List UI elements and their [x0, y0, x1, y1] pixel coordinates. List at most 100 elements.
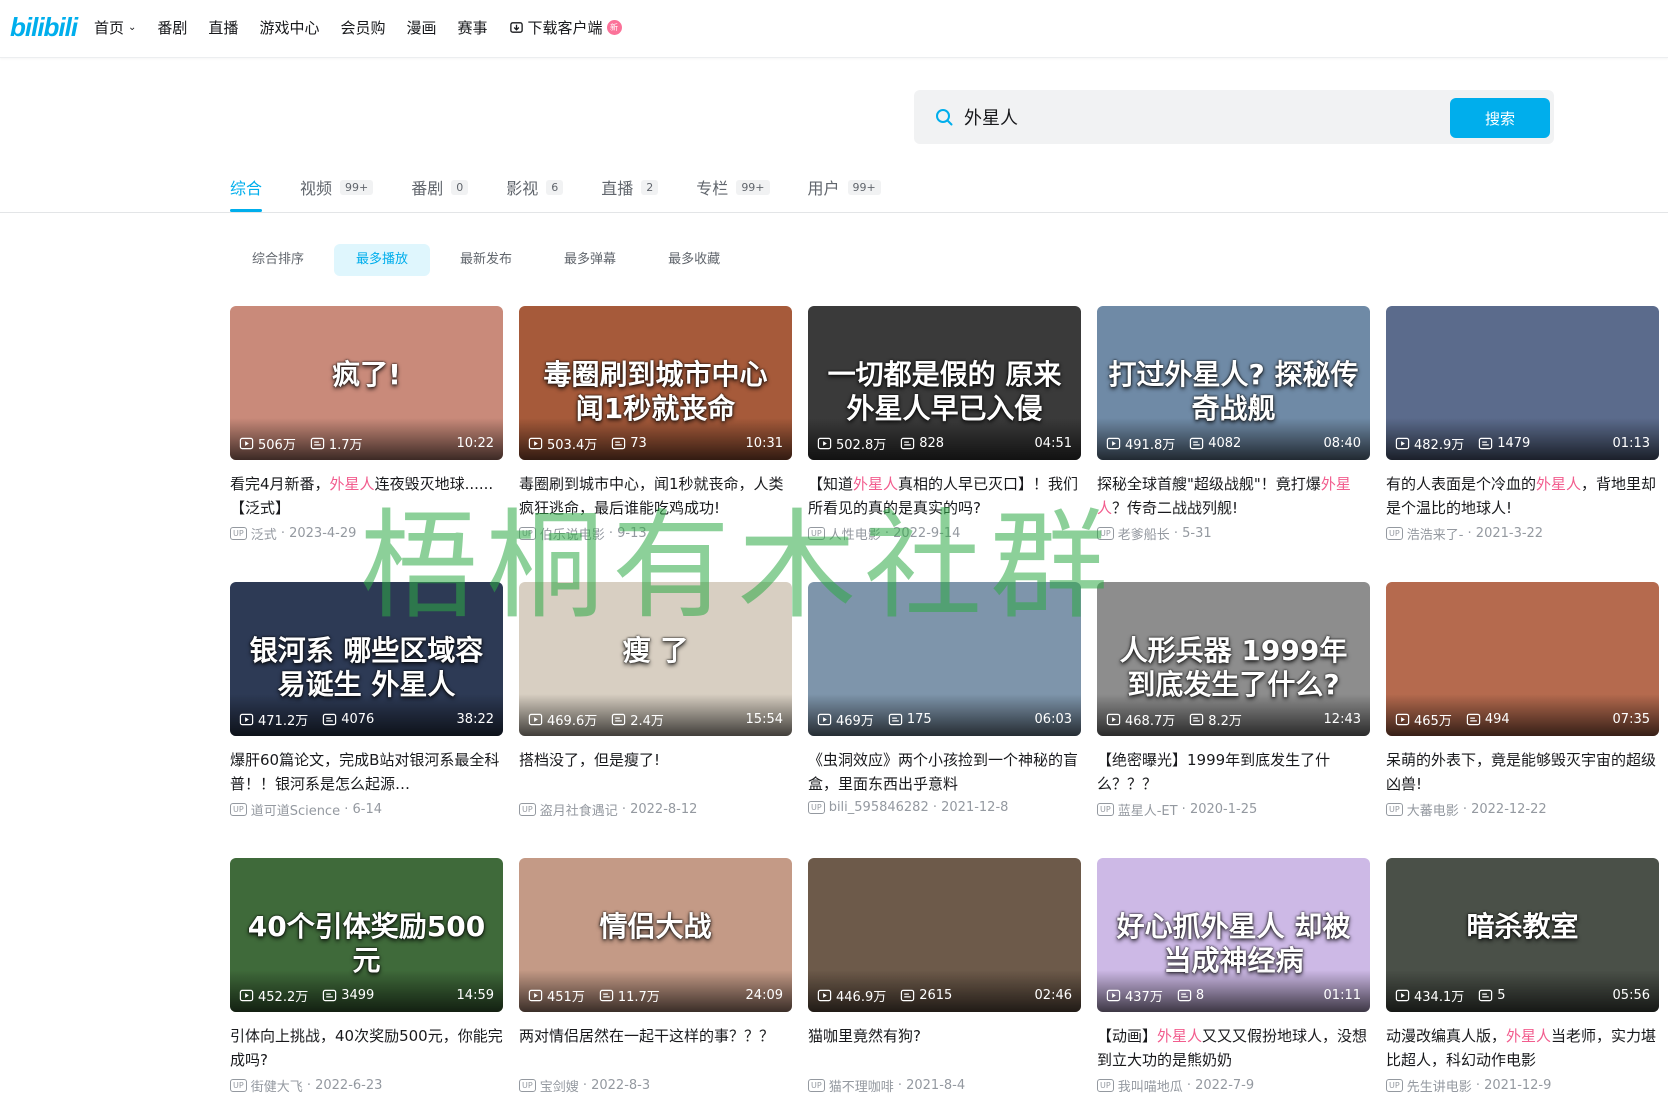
video-card[interactable]: 482.9万 1479 01:13 有的人表面是个冷血的外星人，背地里却是个温比…: [1386, 306, 1659, 560]
bilibili-logo[interactable]: bilibili: [10, 12, 78, 43]
video-author[interactable]: 我叫喵地瓜: [1118, 1076, 1183, 1095]
video-title[interactable]: 看完4月新番，外星人连夜毁灭地球......【泛式】: [230, 472, 503, 520]
search-button[interactable]: 搜索: [1450, 98, 1550, 138]
video-meta: UP 蓝星人-ET · 2020-1-25: [1097, 800, 1370, 819]
danmaku-icon: [1189, 712, 1208, 727]
play-icon: [1106, 712, 1125, 727]
video-card[interactable]: 469万 175 06:03 《虫洞效应》两个小孩捡到一个神秘的盲盒，里面东西出…: [808, 582, 1081, 836]
video-author[interactable]: 人性电影: [829, 524, 881, 543]
nav-item-live[interactable]: 直播: [208, 17, 238, 38]
video-author[interactable]: 泛式: [251, 524, 277, 543]
video-card[interactable]: 毒圈刷到城市中心 闻1秒就丧命 503.4万 73 10:31 毒圈刷到城市中心…: [519, 306, 792, 560]
danmaku-count: 4076: [322, 712, 374, 727]
thumbnail-caption: 疯了!: [332, 358, 401, 392]
video-card[interactable]: 一切都是假的 原来外星人早已入侵 502.8万 828 04:51 【知道外星人…: [808, 306, 1081, 560]
nav-item-home[interactable]: 首页 ⌄: [94, 17, 136, 38]
video-thumbnail[interactable]: 好心抓外星人 却被当成神经病 437万 8 01:11: [1097, 858, 1370, 1012]
nav-item-mall[interactable]: 会员购: [340, 17, 385, 38]
video-title[interactable]: 引体向上挑战，40次奖励500元，你能完成吗?: [230, 1024, 503, 1072]
video-author[interactable]: 宝剑嫂: [540, 1076, 579, 1095]
video-title[interactable]: 【绝密曝光】1999年到底发生了什么？？？: [1097, 748, 1370, 796]
video-author[interactable]: 街健大飞: [251, 1076, 303, 1095]
sort-most-danmaku[interactable]: 最多弹幕: [542, 244, 638, 276]
video-card[interactable]: 打过外星人? 探秘传奇战舰 491.8万 4082 08:40 探秘全球首艘"超…: [1097, 306, 1370, 560]
tab-article[interactable]: 专栏 99+: [696, 172, 770, 202]
tab-count-badge: 2: [641, 179, 659, 195]
video-thumbnail[interactable]: 暗杀教室 434.1万 5 05:56: [1386, 858, 1659, 1012]
up-icon: UP: [519, 1079, 536, 1092]
meta-separator: ·: [604, 526, 618, 541]
video-card[interactable]: 情侣大战 451万 11.7万 24:09 两对情侣居然在一起干这样的事？？？ …: [519, 858, 792, 1112]
tab-bangumi[interactable]: 番剧 0: [411, 172, 469, 202]
video-title[interactable]: 猫咖里竟然有狗?: [808, 1024, 1081, 1072]
tab-movie[interactable]: 影视 6: [506, 172, 564, 202]
video-thumbnail[interactable]: 446.9万 2615 02:46: [808, 858, 1081, 1012]
video-title[interactable]: 有的人表面是个冷血的外星人，背地里却是个温比的地球人!: [1386, 472, 1659, 520]
video-thumbnail[interactable]: 银河系 哪些区域容易诞生 外星人 471.2万 4076 38:22: [230, 582, 503, 736]
video-thumbnail[interactable]: 打过外星人? 探秘传奇战舰 491.8万 4082 08:40: [1097, 306, 1370, 460]
video-meta: UP 伯乐说电影 · 9-13: [519, 524, 792, 543]
video-card[interactable]: 人形兵器 1999年到底发生了什么? 468.7万 8.2万 12:43 【绝密…: [1097, 582, 1370, 836]
sort-newest[interactable]: 最新发布: [438, 244, 534, 276]
video-thumbnail[interactable]: 482.9万 1479 01:13: [1386, 306, 1659, 460]
video-thumbnail[interactable]: 465万 494 07:35: [1386, 582, 1659, 736]
nav-item-esports[interactable]: 赛事: [457, 17, 487, 38]
sort-most-favorites[interactable]: 最多收藏: [646, 244, 742, 276]
video-thumbnail[interactable]: 疯了! 506万 1.7万 10:22: [230, 306, 503, 460]
video-author[interactable]: 浩浩来了-: [1407, 524, 1464, 543]
video-title[interactable]: 搭档没了，但是瘦了!: [519, 748, 792, 796]
video-card[interactable]: 暗杀教室 434.1万 5 05:56 动漫改编真人版，外星人当老师，实力堪比超…: [1386, 858, 1659, 1112]
video-thumbnail[interactable]: 瘦 了 469.6万 2.4万 15:54: [519, 582, 792, 736]
danmaku-icon: [611, 436, 630, 451]
nav-item-game-center[interactable]: 游戏中心: [259, 17, 319, 38]
video-author[interactable]: 猫不理咖啡: [829, 1076, 894, 1095]
video-title[interactable]: 《虫洞效应》两个小孩捡到一个神秘的盲盒，里面东西出乎意料: [808, 748, 1081, 796]
video-card[interactable]: 好心抓外星人 却被当成神经病 437万 8 01:11 【动画】外星人又又又假扮…: [1097, 858, 1370, 1112]
video-author[interactable]: bili_595846282: [829, 800, 929, 815]
play-count: 446.9万: [817, 986, 886, 1005]
video-author[interactable]: 伯乐说电影: [540, 524, 605, 543]
search-input[interactable]: [964, 100, 1344, 134]
tab-all[interactable]: 综合: [230, 172, 263, 212]
play-count: 437万: [1106, 986, 1163, 1005]
sort-most-played[interactable]: 最多播放: [334, 244, 431, 276]
video-title[interactable]: 毒圈刷到城市中心，闻1秒就丧命，人类疯狂逃命，最后谁能吃鸡成功!: [519, 472, 792, 520]
danmaku-count: 175: [888, 712, 932, 727]
video-card[interactable]: 疯了! 506万 1.7万 10:22 看完4月新番，外星人连夜毁灭地球....…: [230, 306, 503, 560]
tab-video[interactable]: 视频 99+: [300, 172, 374, 202]
video-card[interactable]: 银河系 哪些区域容易诞生 外星人 471.2万 4076 38:22 爆肝60篇…: [230, 582, 503, 836]
video-author[interactable]: 老爹船长: [1118, 524, 1170, 543]
video-card[interactable]: 瘦 了 469.6万 2.4万 15:54 搭档没了，但是瘦了! UP 盗月社食…: [519, 582, 792, 836]
video-thumbnail[interactable]: 469万 175 06:03: [808, 582, 1081, 736]
video-card[interactable]: 446.9万 2615 02:46 猫咖里竟然有狗? UP 猫不理咖啡 · 20…: [808, 858, 1081, 1112]
video-duration: 12:43: [1323, 712, 1361, 727]
nav-item-anime[interactable]: 番剧: [157, 17, 187, 38]
video-title[interactable]: 探秘全球首艘"超级战舰"！竟打爆外星人？传奇二战战列舰!: [1097, 472, 1370, 520]
video-thumbnail[interactable]: 毒圈刷到城市中心 闻1秒就丧命 503.4万 73 10:31: [519, 306, 792, 460]
video-date: 2020-1-25: [1189, 802, 1258, 817]
video-author[interactable]: 道可道Science: [251, 800, 340, 819]
video-title[interactable]: 呆萌的外表下，竟是能够毁灭宇宙的超级凶兽!: [1386, 748, 1659, 796]
video-thumbnail[interactable]: 40个引体奖励500元 452.2万 3499 14:59: [230, 858, 503, 1012]
video-card[interactable]: 465万 494 07:35 呆萌的外表下，竟是能够毁灭宇宙的超级凶兽! UP …: [1386, 582, 1659, 836]
video-author[interactable]: 大蕃电影: [1407, 800, 1459, 819]
video-title[interactable]: 【动画】外星人又又又假扮地球人，没想到立大功的是熊奶奶: [1097, 1024, 1370, 1072]
nav-item-manga[interactable]: 漫画: [406, 17, 436, 38]
video-title[interactable]: 爆肝60篇论文，完成B站对银河系最全科普！！银河系是怎么起源…: [230, 748, 503, 796]
download-client-link[interactable]: 下载客户端 新: [509, 17, 622, 38]
tab-user[interactable]: 用户 99+: [808, 172, 881, 202]
video-author[interactable]: 先生讲电影: [1407, 1076, 1472, 1095]
video-thumbnail[interactable]: 一切都是假的 原来外星人早已入侵 502.8万 828 04:51: [808, 306, 1081, 460]
video-thumbnail[interactable]: 人形兵器 1999年到底发生了什么? 468.7万 8.2万 12:43: [1097, 582, 1370, 736]
danmaku-icon: [322, 712, 341, 727]
tab-live[interactable]: 直播 2: [601, 172, 659, 202]
video-author[interactable]: 蓝星人-ET: [1118, 800, 1178, 819]
video-card[interactable]: 40个引体奖励500元 452.2万 3499 14:59 引体向上挑战，40次…: [230, 858, 503, 1112]
video-title[interactable]: 两对情侣居然在一起干这样的事？？？: [519, 1024, 792, 1072]
video-author[interactable]: 盗月社食遇记: [540, 800, 618, 819]
video-title[interactable]: 动漫改编真人版，外星人当老师，实力堪比超人，科幻动作电影: [1386, 1024, 1659, 1072]
video-title[interactable]: 【知道外星人真相的人早已灭口】！我们所看见的真的是真实的吗?: [808, 472, 1081, 520]
video-thumbnail[interactable]: 情侣大战 451万 11.7万 24:09: [519, 858, 792, 1012]
sort-default[interactable]: 综合排序: [230, 244, 326, 276]
video-meta: UP 大蕃电影 · 2022-12-22: [1386, 800, 1659, 819]
